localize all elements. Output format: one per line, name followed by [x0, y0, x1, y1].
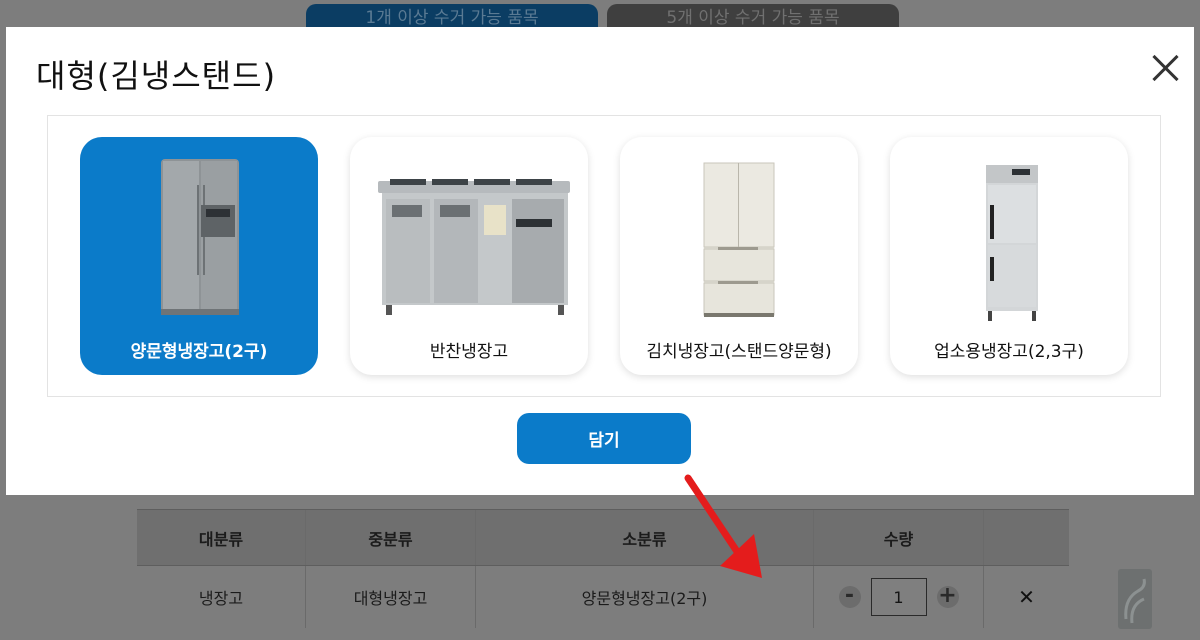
- quantity-minus-button[interactable]: -: [838, 585, 861, 608]
- kimchi-fridge-icon: [620, 155, 858, 325]
- item-label: 양문형냉장고(2구): [130, 342, 268, 362]
- header-category-large: 대분류: [137, 510, 306, 565]
- side-by-side-fridge-icon: [80, 155, 318, 325]
- item-card-kimchi-fridge[interactable]: 김치냉장고(스탠드양문형): [620, 137, 858, 375]
- commercial-fridge-icon: [890, 155, 1128, 325]
- cell-category-large: 냉장고: [137, 566, 306, 628]
- add-button[interactable]: 담기: [517, 413, 691, 464]
- table-row: 냉장고 대형냉장고 양문형냉장고(2구) - 1 + ✕: [137, 566, 1069, 628]
- item-card-side-dish-fridge[interactable]: 반찬냉장고: [350, 137, 588, 375]
- quantity-input[interactable]: 1: [870, 578, 927, 616]
- modal-title: 대형(김냉스탠드): [36, 57, 277, 95]
- watermark-logo: [1118, 569, 1152, 629]
- cell-remove: ✕: [984, 566, 1069, 628]
- cell-quantity: - 1 +: [814, 566, 984, 628]
- item-select-modal: 대형(김냉스탠드) 양문형냉장고(2구) 반찬냉장고 김치냉장고(스탠드양문형)…: [6, 27, 1194, 495]
- header-category-small: 소분류: [476, 510, 814, 565]
- cell-category-small: 양문형냉장고(2구): [476, 566, 814, 628]
- cell-category-mid: 대형냉장고: [306, 566, 476, 628]
- item-label: 반찬냉장고: [429, 342, 509, 362]
- item-label: 김치냉장고(스탠드양문형): [646, 342, 832, 362]
- remove-item-button[interactable]: ✕: [1018, 585, 1035, 609]
- header-remove: [984, 510, 1069, 565]
- item-card-side-by-side-fridge[interactable]: 양문형냉장고(2구): [80, 137, 318, 375]
- item-label: 업소용냉장고(2,3구): [934, 342, 1084, 362]
- header-category-mid: 중분류: [306, 510, 476, 565]
- table-header-row: 대분류 중분류 소분류 수량: [137, 509, 1069, 566]
- header-quantity: 수량: [814, 510, 984, 565]
- quantity-plus-button[interactable]: +: [936, 585, 959, 608]
- close-icon[interactable]: [1149, 51, 1183, 85]
- side-dish-fridge-icon: [350, 155, 588, 325]
- item-options: 양문형냉장고(2구) 반찬냉장고 김치냉장고(스탠드양문형) 업소용냉장고(2,…: [47, 115, 1161, 397]
- quantity-stepper: - 1 +: [838, 578, 959, 616]
- item-card-commercial-fridge[interactable]: 업소용냉장고(2,3구): [890, 137, 1128, 375]
